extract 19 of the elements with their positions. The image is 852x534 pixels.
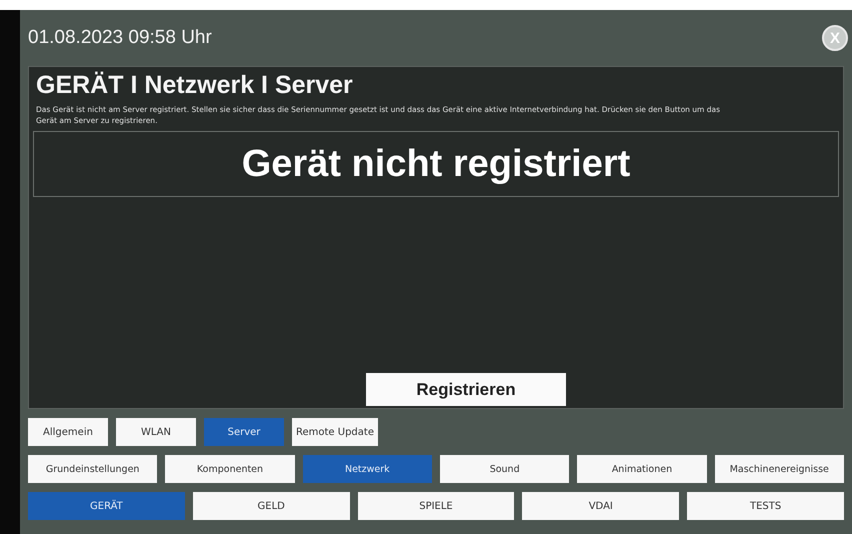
tab[interactable]: Netzwerk <box>302 455 432 483</box>
tab[interactable]: Allgemein <box>28 418 108 446</box>
date-time: 01.08.2023 09:58 Uhr <box>28 27 212 49</box>
tab[interactable]: Komponenten <box>165 455 295 483</box>
panel-title: GERÄT I Netzwerk I Server <box>35 71 354 100</box>
tab[interactable]: GELD <box>192 492 350 520</box>
tab[interactable]: Sound <box>440 455 570 483</box>
tab[interactable]: VDAI <box>522 492 680 520</box>
tab[interactable]: TESTS <box>687 492 844 520</box>
status-message: Gerät nicht registriert <box>33 131 839 197</box>
tab[interactable]: Animationen <box>577 455 707 483</box>
tab[interactable]: Remote Update <box>292 418 378 446</box>
tab[interactable]: Grundeinstellungen <box>28 455 158 483</box>
tab[interactable]: GERÄT <box>28 492 185 520</box>
register-button[interactable]: Registrieren <box>366 373 566 406</box>
tab[interactable]: Maschinenereignisse <box>714 455 844 483</box>
tab[interactable]: SPIELE <box>358 492 514 520</box>
tab[interactable]: Server <box>204 418 284 446</box>
tab[interactable]: WLAN <box>116 418 196 446</box>
